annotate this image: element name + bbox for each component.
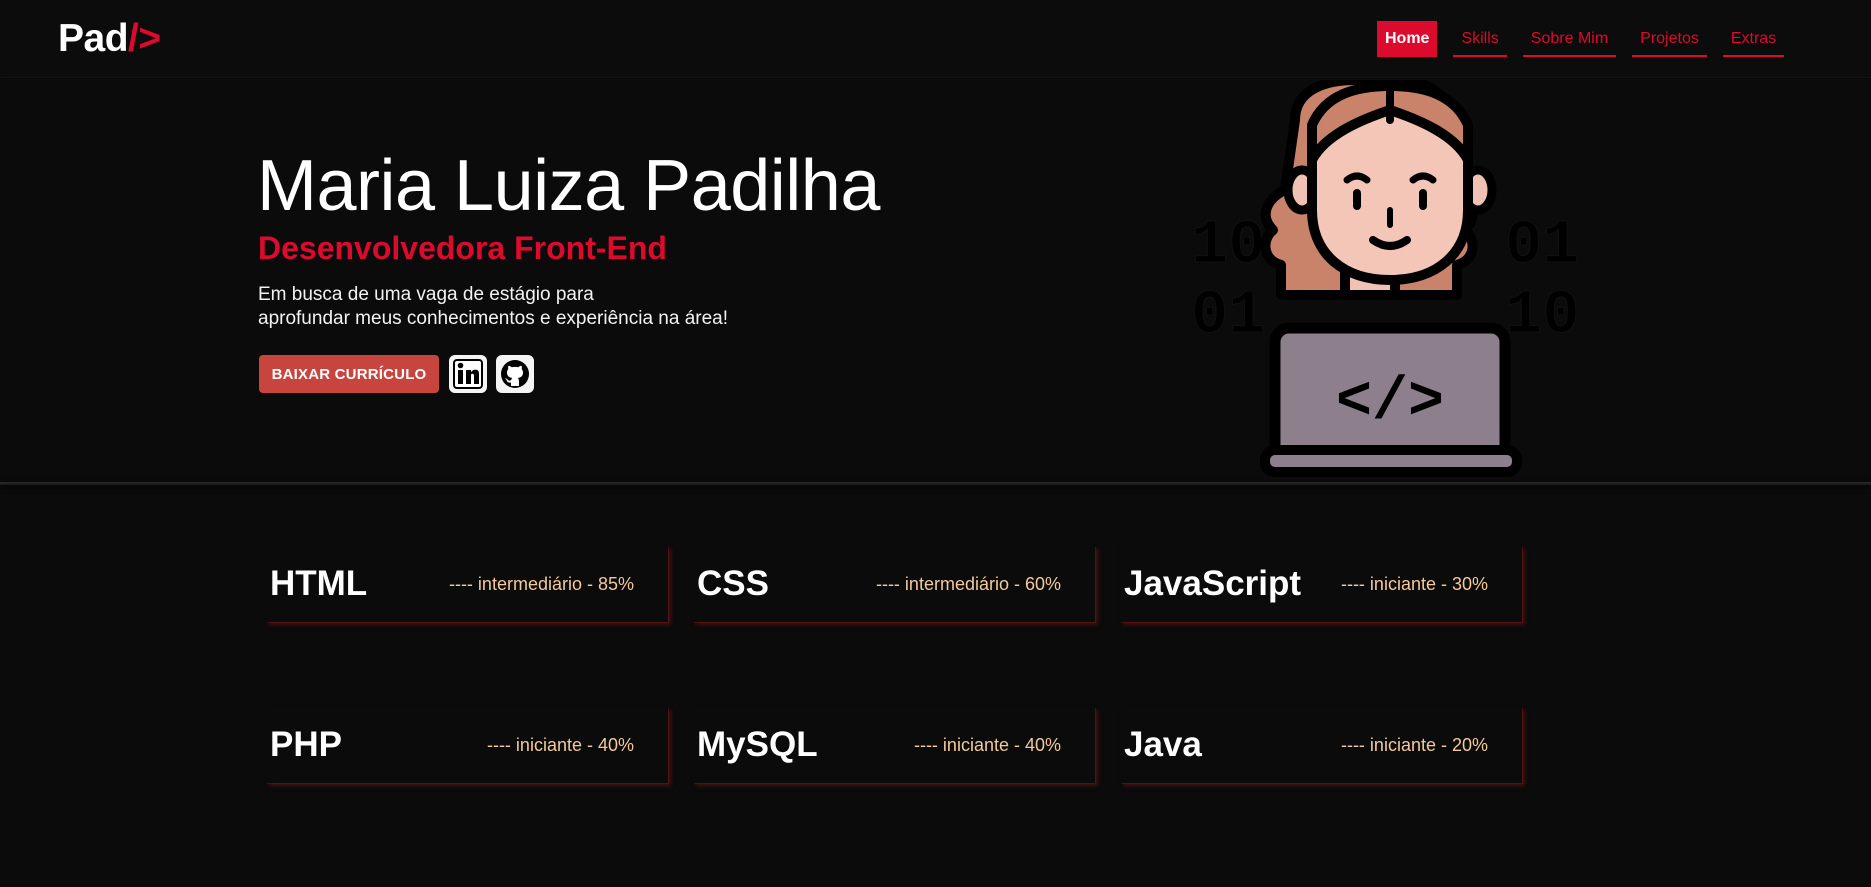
skill-level: ---- iniciante - 20%	[1340, 735, 1488, 755]
logo[interactable]: Pad/>	[58, 17, 161, 61]
skill-name: Java	[1124, 725, 1202, 764]
logo-text: Pad	[58, 17, 129, 60]
skill-card-html: HTML ---- intermediário - 85%	[266, 546, 668, 622]
hero-intro: Em busca de uma vaga de estágio para apr…	[258, 283, 728, 331]
skill-level: ---- intermediário - 85%	[448, 574, 634, 594]
binary-right-top: 01	[1505, 210, 1579, 281]
skill-name: HTML	[270, 564, 368, 603]
skill-level: ---- iniciante - 40%	[913, 735, 1061, 755]
skill-name: CSS	[697, 564, 769, 603]
download-cv-button[interactable]: BAIXAR CURRÍCULO	[259, 355, 439, 393]
developer-avatar-icon: 10 01 01 10 </>	[1191, 80, 1580, 477]
binary-right-bottom: 10	[1505, 280, 1579, 351]
skill-card-css: CSS ---- intermediário - 60%	[693, 546, 1095, 622]
skill-name: JavaScript	[1124, 564, 1302, 603]
main-nav: Home Skills Sobre Mim Projetos Extras	[1377, 21, 1800, 57]
skill-level: ---- iniciante - 40%	[486, 735, 634, 755]
nav-item-home[interactable]: Home	[1377, 21, 1438, 57]
binary-left-bottom: 01	[1191, 280, 1265, 351]
nav-item-extras[interactable]: Extras	[1722, 21, 1785, 57]
nav-item-projetos[interactable]: Projetos	[1632, 21, 1707, 57]
logo-accent: />	[128, 17, 161, 60]
skill-name: MySQL	[697, 725, 818, 764]
laptop-code-symbol: </>	[1336, 369, 1444, 437]
hero-intro-line-1: Em busca de uma vaga de estágio para	[258, 284, 594, 305]
github-link[interactable]	[496, 355, 534, 393]
hero-divider	[0, 482, 1871, 485]
skill-card-mysql: MySQL ---- iniciante - 40%	[693, 707, 1095, 783]
hero-role: Desenvolvedora Front-End	[258, 230, 667, 266]
linkedin-icon	[453, 359, 483, 389]
hero-name: Maria Luiza Padilha	[257, 146, 880, 226]
nav-item-skills[interactable]: Skills	[1453, 21, 1507, 57]
binary-left-top: 10	[1191, 210, 1265, 281]
skill-name: PHP	[270, 725, 342, 764]
hero-intro-line-2: aprofundar meus conhecimentos e experiên…	[258, 308, 729, 329]
github-icon	[501, 360, 529, 388]
nav-item-sobre-mim[interactable]: Sobre Mim	[1522, 21, 1617, 57]
navbar: Pad/> Home Skills Sobre Mim Projetos Ext…	[0, 0, 1871, 78]
skill-level: ---- iniciante - 30%	[1340, 574, 1488, 594]
skill-card-javascript: JavaScript ---- iniciante - 30%	[1120, 546, 1522, 622]
linkedin-link[interactable]	[449, 355, 487, 393]
skill-card-java: Java ---- iniciante - 20%	[1120, 707, 1522, 783]
skill-card-php: PHP ---- iniciante - 40%	[266, 707, 668, 783]
skill-level: ---- intermediário - 60%	[875, 574, 1061, 594]
